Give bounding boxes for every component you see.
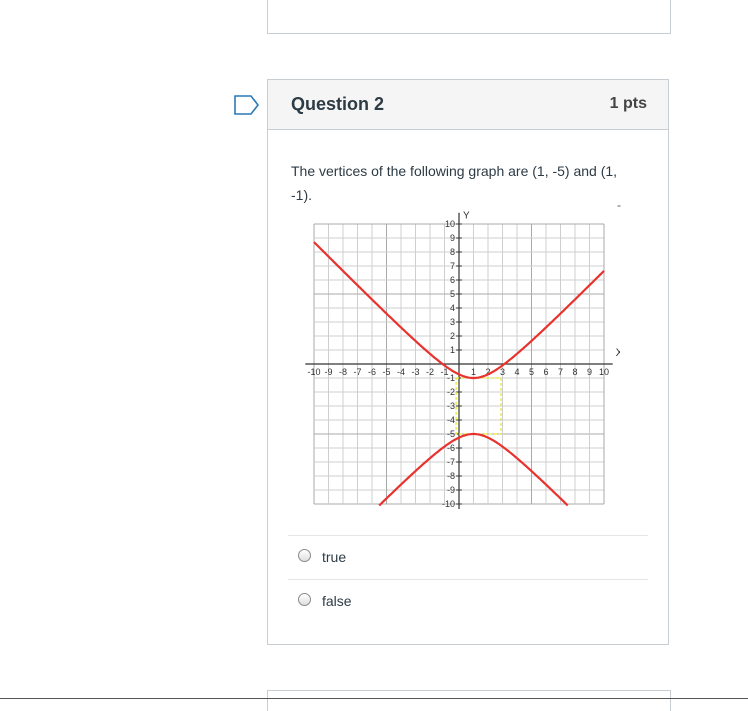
question-header: Question 2 1 pts: [268, 80, 668, 130]
y-tick-label: -9: [447, 485, 455, 495]
answer-label-false[interactable]: false: [322, 593, 352, 609]
y-tick-label: -3: [447, 401, 455, 411]
next-question-card: [267, 690, 671, 711]
x-axis-label: X: [616, 347, 620, 359]
x-tick-label: -8: [339, 367, 347, 377]
y-tick-label: -4: [447, 415, 455, 425]
answer-option-true[interactable]: true: [288, 535, 648, 579]
y-tick-label: 9: [450, 233, 455, 243]
x-tick-label: 5: [529, 367, 534, 377]
y-tick-label: -1: [447, 373, 455, 383]
y-tick-label: -2: [447, 387, 455, 397]
x-tick-label: -6: [368, 367, 376, 377]
x-tick-label: -3: [411, 367, 419, 377]
answer-label-true[interactable]: true: [322, 549, 346, 565]
answer-option-false[interactable]: false: [288, 579, 648, 623]
x-tick-label: 3: [500, 367, 505, 377]
y-tick-label: -8: [447, 471, 455, 481]
hyperbola-graph: XY-10 -9 -8 -7 -6 -5 -4 -3 -2 -1 1 2 3 4 5 6 7 8 9 10109876…: [305, 210, 620, 509]
y-tick-label: 4: [450, 303, 455, 313]
x-tick-label: -5: [382, 367, 390, 377]
x-tick-label: -2: [426, 367, 434, 377]
x-tick-label: 7: [558, 367, 563, 377]
y-tick-label: 3: [450, 317, 455, 327]
y-axis-label: Y: [463, 210, 470, 221]
y-tick-label: -5: [447, 429, 455, 439]
y-tick-label: 2: [450, 331, 455, 341]
y-tick-label: 7: [450, 261, 455, 271]
question-text: The vertices of the following graph are …: [291, 163, 618, 203]
y-tick-label: 10: [445, 219, 455, 229]
y-tick-label: -7: [447, 457, 455, 467]
previous-question-card: [267, 0, 671, 34]
question-card: Question 2 1 pts The vertices of the fol…: [267, 79, 669, 645]
y-tick-label: -10: [442, 499, 455, 509]
radio-false[interactable]: [298, 593, 311, 606]
radio-true[interactable]: [298, 549, 311, 562]
x-tick-label: -4: [397, 367, 405, 377]
y-tick-label: 5: [450, 289, 455, 299]
page-divider: [0, 698, 748, 699]
x-tick-label: -9: [324, 367, 332, 377]
x-tick-label: 9: [587, 367, 592, 377]
x-tick-label: -7: [353, 367, 361, 377]
x-tick-label: 8: [572, 367, 577, 377]
question-title: Question 2: [291, 94, 385, 114]
x-tick-label: 6: [543, 367, 548, 377]
x-tick-label: 10: [599, 367, 609, 377]
x-tick-label: -10: [307, 367, 320, 377]
x-tick-label: 1: [471, 367, 476, 377]
flag-question-icon[interactable]: [234, 95, 260, 115]
question-points: 1 pts: [609, 95, 647, 112]
y-tick-label: 6: [450, 275, 455, 285]
y-tick-label: 1: [450, 345, 455, 355]
y-tick-label: 8: [450, 247, 455, 257]
x-tick-label: 4: [514, 367, 519, 377]
answer-list: true false: [288, 535, 648, 623]
